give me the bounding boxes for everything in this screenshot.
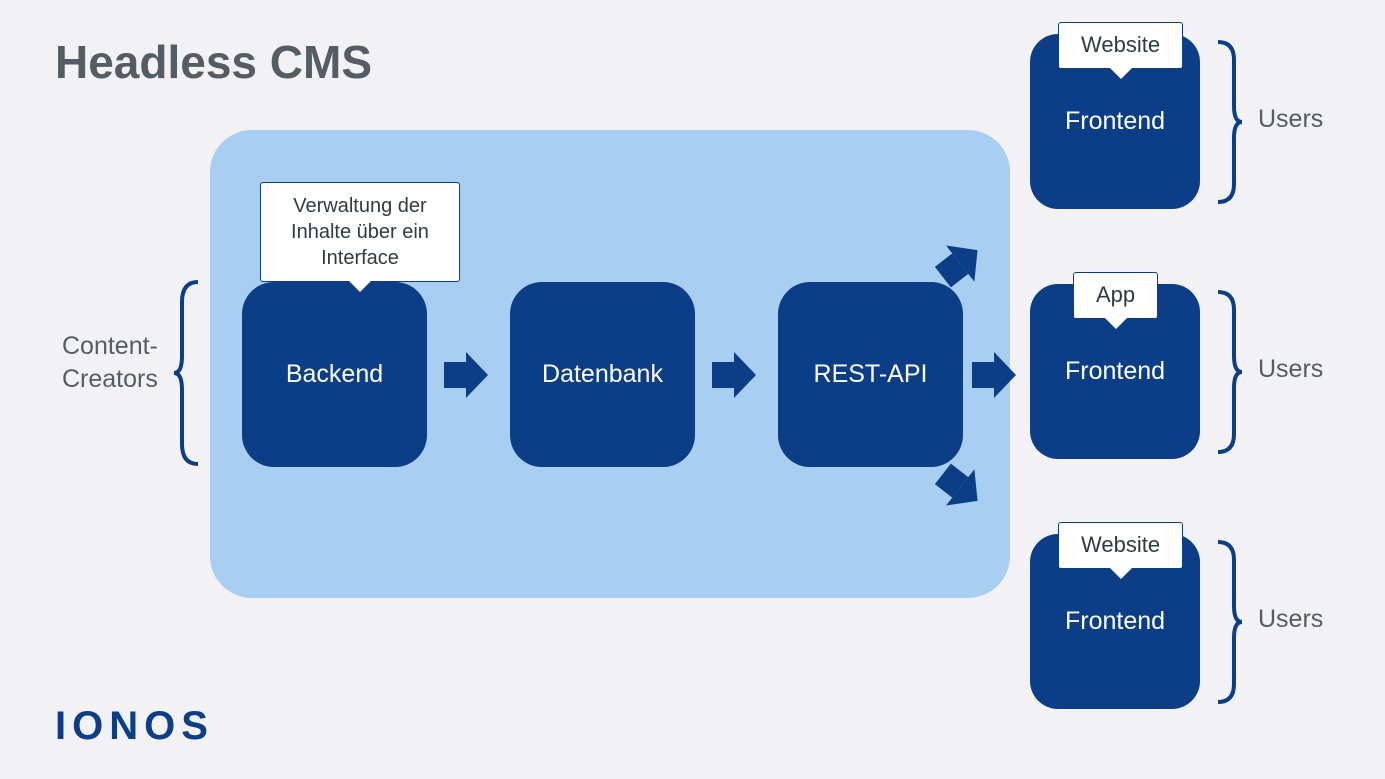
arrow-right-icon	[444, 352, 490, 398]
frontend-callout: App	[1073, 272, 1158, 319]
backend-box: Backend	[242, 282, 427, 467]
backend-callout: Verwaltung der Inhalte über ein Interfac…	[260, 182, 460, 282]
frontend-label: Frontend	[1065, 357, 1165, 386]
frontend-label: Frontend	[1065, 107, 1165, 136]
users-label: Users	[1258, 605, 1323, 634]
brace-right-icon	[1210, 288, 1246, 456]
backend-label: Backend	[286, 360, 383, 389]
arrow-right-icon	[712, 352, 758, 398]
arrow-right-icon	[972, 352, 1018, 398]
brace-right-icon	[1210, 38, 1246, 206]
users-label: Users	[1258, 105, 1323, 134]
api-label: REST-API	[814, 360, 928, 389]
database-label: Datenbank	[542, 360, 663, 389]
api-box: REST-API	[778, 282, 963, 467]
frontend-callout: Website	[1058, 22, 1183, 69]
diagram-title: Headless CMS	[55, 35, 372, 89]
brace-left-icon	[170, 278, 206, 468]
frontend-label: Frontend	[1065, 607, 1165, 636]
database-box: Datenbank	[510, 282, 695, 467]
brand-logo: IONOS	[55, 704, 214, 749]
content-creators-label: Content- Creators	[62, 330, 158, 395]
frontend-callout: Website	[1058, 522, 1183, 569]
brace-right-icon	[1210, 538, 1246, 706]
users-label: Users	[1258, 355, 1323, 384]
